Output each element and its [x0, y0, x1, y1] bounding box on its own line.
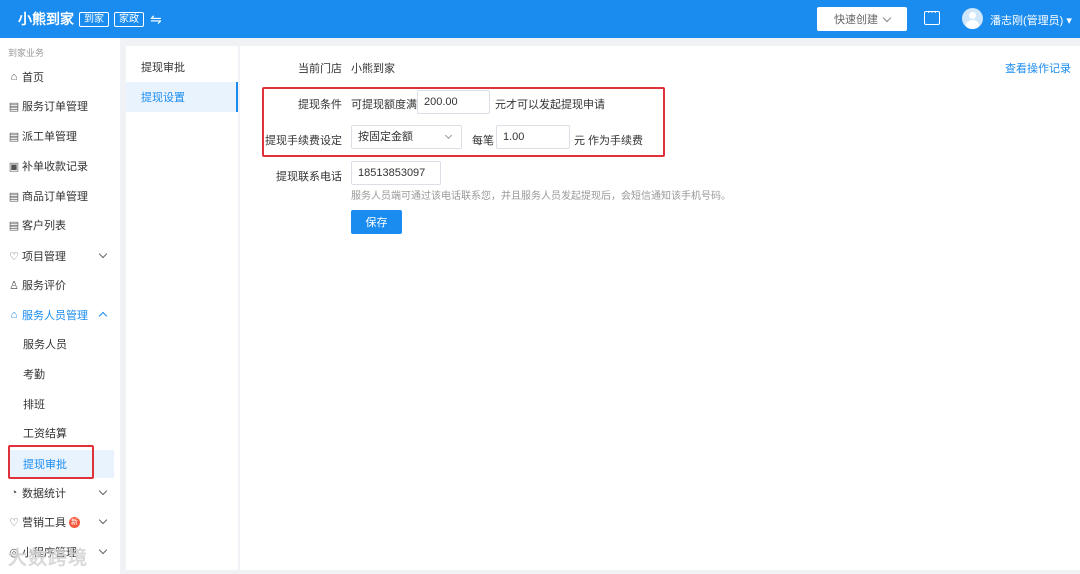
sidebar-item-service-orders[interactable]: ▤ 服务订单管理: [0, 95, 120, 117]
phone-input[interactable]: [351, 161, 441, 185]
chevron-down-icon: [98, 515, 108, 525]
chevron-down-icon: [882, 13, 892, 22]
quick-create-label: 快速创建: [834, 14, 878, 26]
highlight-box-sidebar: [8, 445, 94, 479]
watermark: 大数跨境: [8, 548, 89, 569]
tag-daojia: 到家: [79, 11, 109, 27]
subnav-withdraw-approval[interactable]: 提现审批: [126, 52, 238, 82]
receipt-icon: ▣: [8, 160, 20, 173]
save-button[interactable]: 保存: [351, 210, 402, 234]
switch-icon[interactable]: ⇋: [150, 11, 162, 28]
sidebar-item-statistics[interactable]: ◔ 数据统计: [0, 482, 120, 504]
chart-icon: ◔: [10, 487, 18, 499]
order-icon: ▤: [8, 190, 20, 203]
dispatch-icon: ▤: [8, 130, 20, 143]
view-operation-log-link[interactable]: 查看操作记录: [1005, 60, 1071, 76]
chevron-down-icon: [98, 249, 108, 259]
sidebar: 到家业务 ⌂ 首页 ▤ 服务订单管理 ▤ 派工单管理 ▣ 补单收款记录 ▤ 商品…: [0, 38, 120, 574]
home-icon: ⌂: [10, 71, 18, 83]
sidebar-section-title: 到家业务: [8, 48, 45, 58]
sidebar-sub-staff[interactable]: 服务人员: [0, 333, 120, 355]
avatar[interactable]: [962, 8, 983, 29]
new-badge: 新: [69, 516, 80, 528]
top-bar: 小熊到家 到家 家政 ⇋ 快速创建 潘志刚(管理员) ▾: [0, 0, 1080, 38]
highlight-box-settings: [262, 87, 665, 157]
phone-hint: 服务人员端可通过该电话联系您，并且服务人员发起提现后，会短信通知该手机号码。: [351, 191, 731, 202]
sidebar-item-home[interactable]: ⌂ 首页: [0, 66, 120, 88]
sidebar-sub-schedule[interactable]: 排班: [0, 393, 120, 415]
sidebar-item-receipts[interactable]: ▣ 补单收款记录: [0, 155, 120, 177]
heart-icon: ♡: [9, 250, 19, 263]
sub-navigation: 提现审批 提现设置: [126, 46, 238, 570]
quick-create-button[interactable]: 快速创建: [817, 7, 907, 31]
sidebar-sub-attendance[interactable]: 考勤: [0, 363, 120, 385]
user-menu[interactable]: 潘志刚(管理员) ▾: [990, 12, 1072, 28]
clipboard-icon: ▤: [8, 100, 20, 113]
rating-icon: ♙: [9, 279, 19, 292]
brand-name[interactable]: 小熊到家: [18, 9, 74, 29]
sidebar-item-staff[interactable]: ⌂ 服务人员管理: [0, 304, 120, 326]
store-label: 当前门店: [298, 63, 342, 75]
marketing-icon: ♡: [9, 516, 19, 529]
message-icon[interactable]: [924, 7, 940, 25]
store-value: 小熊到家: [351, 63, 395, 75]
sidebar-item-reviews[interactable]: ♙ 服务评价: [0, 274, 120, 296]
sidebar-sub-payroll[interactable]: 工资结算: [0, 422, 120, 444]
chevron-down-icon: [98, 545, 108, 555]
sidebar-item-dispatch[interactable]: ▤ 派工单管理: [0, 125, 120, 147]
chevron-down-icon: [98, 486, 108, 496]
sidebar-item-marketing[interactable]: ♡ 营销工具 新: [0, 511, 120, 533]
phone-label: 提现联系电话: [276, 171, 342, 183]
customer-icon: ▤: [8, 219, 20, 232]
lock-icon: ⌂: [10, 309, 18, 321]
sidebar-item-goods-orders[interactable]: ▤ 商品订单管理: [0, 185, 120, 207]
sidebar-item-projects[interactable]: ♡ 项目管理: [0, 245, 120, 267]
tag-jiazheng: 家政: [114, 11, 144, 27]
subnav-withdraw-settings[interactable]: 提现设置: [126, 82, 238, 112]
main-content: 查看操作记录 当前门店 小熊到家 提现条件 可提现额度满 元才可以发起提现申请 …: [240, 46, 1080, 570]
sidebar-item-customers[interactable]: ▤ 客户列表: [0, 214, 120, 236]
chevron-up-icon: [98, 311, 108, 321]
